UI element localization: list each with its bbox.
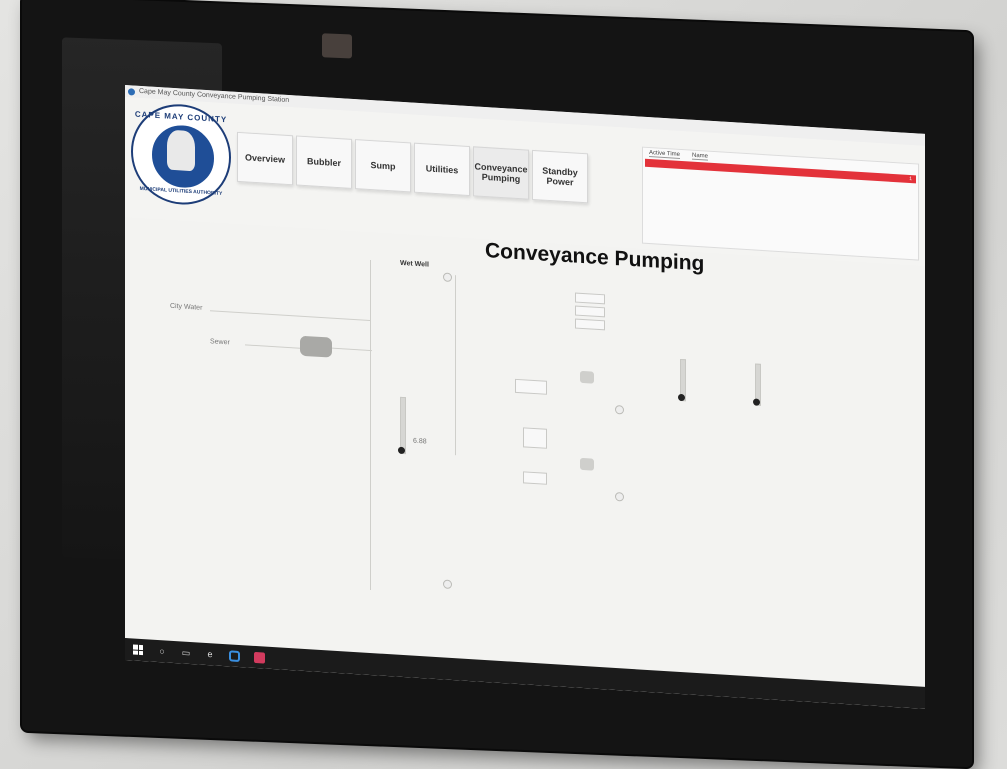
tab-bubbler[interactable]: Bubbler xyxy=(296,135,352,189)
tab-sump[interactable]: Sump xyxy=(355,139,411,193)
wet-well-label: Wet Well xyxy=(400,259,429,269)
sewer-pipe xyxy=(245,344,300,349)
ceiling-light-reflection xyxy=(322,33,352,59)
logo-figure-icon xyxy=(167,129,195,172)
wet-well-left-wall xyxy=(370,259,371,591)
flow-meter-box[interactable] xyxy=(523,427,547,449)
pump-discharge-pipe xyxy=(332,347,372,352)
search-icon[interactable]: ○ xyxy=(157,646,167,657)
low-level-indicator xyxy=(443,579,452,590)
high-level-indicator xyxy=(443,272,452,283)
setpoint-field-3[interactable] xyxy=(575,318,605,331)
pump-1-status-box[interactable] xyxy=(515,378,547,395)
city-water-label: City Water xyxy=(170,302,203,312)
wet-well-level-bar xyxy=(400,396,406,455)
tab-standby-power[interactable]: Standby Power xyxy=(532,149,588,204)
cmcmua-logo: CAPE MAY COUNTY MUNICIPAL UTILITIES AUTH… xyxy=(131,101,231,208)
pdf-app-icon[interactable] xyxy=(254,651,265,664)
discharge-gauge-2-marker xyxy=(753,398,760,406)
tab-bar: Overview Bubbler Sump Utilities Conveyan… xyxy=(237,131,588,204)
pump-2-icon[interactable] xyxy=(580,457,594,471)
pump-2-status-box[interactable] xyxy=(523,471,547,485)
tab-overview[interactable]: Overview xyxy=(237,131,293,186)
edge-icon[interactable]: e xyxy=(205,649,215,660)
pump-1-icon[interactable] xyxy=(580,370,594,384)
setpoint-field-2[interactable] xyxy=(575,305,605,318)
app-icon xyxy=(128,88,135,96)
wet-well-level-marker xyxy=(398,446,405,455)
wet-well-right-wall xyxy=(455,275,456,456)
logo-top-text: CAPE MAY COUNTY xyxy=(134,109,228,125)
discharge-gauge-1-marker xyxy=(678,393,685,402)
alarm-panel[interactable]: Active Time Name 1 xyxy=(642,146,919,261)
alarm-column-active-time[interactable]: Active Time xyxy=(649,150,681,159)
process-diagram: City Water Sewer Wet Well 6.88 xyxy=(125,225,925,674)
sewer-label: Sewer xyxy=(210,338,230,347)
setpoint-field-1[interactable] xyxy=(575,292,605,305)
alarm-column-name[interactable]: Name xyxy=(692,152,709,161)
pump-motor-icon[interactable] xyxy=(300,335,332,358)
task-view-icon[interactable]: ▭ xyxy=(181,647,191,658)
alarm-count: 1 xyxy=(909,175,912,183)
hmi-screen: Cape May County Conveyance Pumping Stati… xyxy=(125,85,925,709)
pump-1-run-indicator xyxy=(615,404,624,415)
start-icon[interactable] xyxy=(133,644,143,656)
hmi-app-icon[interactable] xyxy=(229,649,240,662)
tab-utilities[interactable]: Utilities xyxy=(414,142,470,197)
tab-conveyance-pumping[interactable]: Conveyance Pumping xyxy=(473,146,529,200)
wet-well-level-value: 6.88 xyxy=(413,437,427,446)
pump-2-run-indicator xyxy=(615,491,624,502)
city-water-pipe xyxy=(210,310,370,321)
